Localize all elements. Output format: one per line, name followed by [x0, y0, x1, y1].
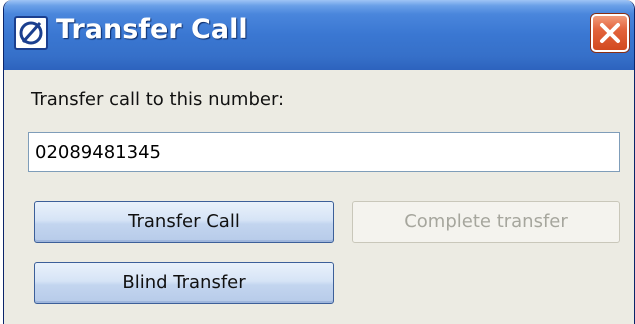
close-button[interactable]	[591, 14, 629, 52]
close-icon	[600, 23, 620, 43]
transfer-call-dialog: Transfer Call Transfer call to this numb…	[3, 0, 635, 324]
transfer-number-input[interactable]	[28, 132, 620, 172]
window-title: Transfer Call	[56, 14, 248, 45]
transfer-call-button[interactable]: Transfer Call	[34, 201, 334, 243]
app-logo-icon	[14, 16, 48, 50]
title-bar[interactable]: Transfer Call	[4, 0, 634, 70]
transfer-prompt-label: Transfer call to this number:	[31, 89, 285, 110]
complete-transfer-button: Complete transfer	[352, 201, 620, 243]
blind-transfer-button[interactable]: Blind Transfer	[34, 262, 334, 304]
dialog-body: Transfer call to this number: Transfer C…	[4, 70, 634, 324]
